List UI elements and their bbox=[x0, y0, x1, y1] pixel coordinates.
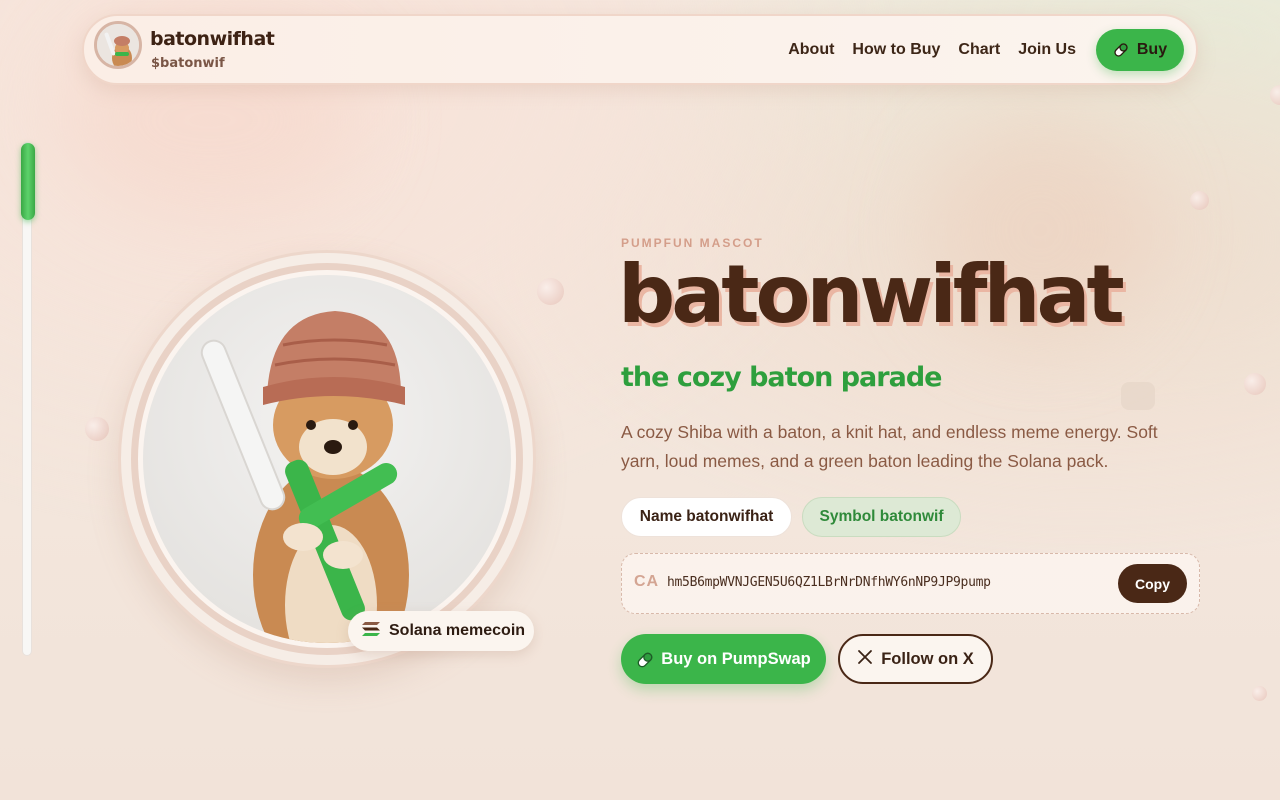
bg-bubble bbox=[85, 417, 109, 441]
contract-address-value[interactable]: hm5B6mpWVNJGEN5U6QZ1LBrNrDNfhWY6nNP9JP9p… bbox=[667, 575, 991, 590]
logo-avatar[interactable] bbox=[94, 21, 142, 69]
x-logo-icon bbox=[857, 649, 873, 670]
solana-icon bbox=[361, 621, 381, 642]
buy-on-pumpswap-button[interactable]: Buy on PumpSwap bbox=[621, 634, 826, 684]
paw-decoration bbox=[1121, 382, 1155, 410]
bg-bubble bbox=[1270, 85, 1280, 105]
solana-memecoin-badge: Solana memecoin bbox=[348, 611, 534, 651]
buy-on-pumpswap-label: Buy on PumpSwap bbox=[661, 649, 811, 668]
hero-description: A cozy Shiba with a baton, a knit hat, a… bbox=[621, 422, 1158, 471]
contract-address-box: CA hm5B6mpWVNJGEN5U6QZ1LBrNrDNfhWY6nNP9J… bbox=[621, 553, 1200, 614]
bg-bubble bbox=[537, 278, 564, 305]
bg-bubble bbox=[1252, 686, 1267, 701]
hero-subtitle: the cozy baton parade bbox=[621, 362, 942, 393]
follow-on-x-button[interactable]: Follow on X bbox=[838, 634, 993, 684]
scroll-progress-rail[interactable] bbox=[21, 142, 35, 656]
main-nav: About How to Buy Chart Join Us Buy bbox=[788, 29, 1184, 71]
buy-button-label: Buy bbox=[1136, 41, 1168, 58]
brand-ticker: $batonwif bbox=[151, 56, 225, 71]
pill-icon bbox=[1113, 42, 1129, 58]
mascot-image bbox=[143, 275, 511, 643]
bg-bubble bbox=[1244, 373, 1266, 395]
token-name-chip: Name batonwifhat bbox=[621, 497, 792, 537]
site-header: batonwifhat $batonwif About How to Buy C… bbox=[82, 14, 1198, 85]
pill-icon bbox=[636, 651, 653, 668]
bg-bubble bbox=[1190, 191, 1209, 210]
ca-label: CA bbox=[634, 573, 660, 590]
token-symbol-chip: Symbol batonwif bbox=[802, 497, 961, 537]
nav-link-join-us[interactable]: Join Us bbox=[1018, 41, 1076, 59]
nav-link-chart[interactable]: Chart bbox=[958, 41, 1000, 59]
follow-on-x-label: Follow on X bbox=[881, 649, 974, 668]
hero-image-frame bbox=[118, 250, 536, 668]
buy-button[interactable]: Buy bbox=[1096, 29, 1184, 71]
brand-name[interactable]: batonwifhat bbox=[150, 28, 275, 50]
solana-badge-label: Solana memecoin bbox=[389, 622, 526, 639]
nav-link-about[interactable]: About bbox=[788, 41, 834, 59]
nav-link-how-to-buy[interactable]: How to Buy bbox=[852, 41, 940, 59]
copy-address-button[interactable]: Copy bbox=[1118, 564, 1187, 603]
scroll-progress-fill bbox=[21, 143, 35, 220]
hero-title: batonwifhat bbox=[618, 248, 1125, 341]
